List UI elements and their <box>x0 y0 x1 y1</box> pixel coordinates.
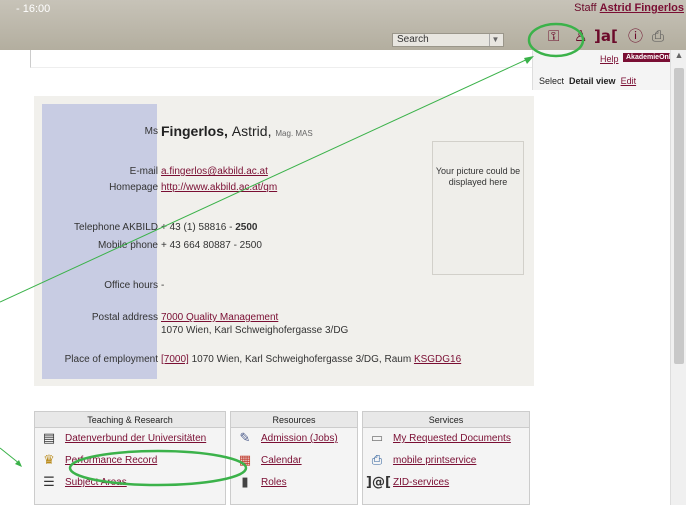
list-item-label[interactable]: Calendar <box>261 455 302 466</box>
postal-label: Postal address <box>91 312 158 323</box>
right-panel: Help AkademieOnline Select Detail view E… <box>532 50 684 90</box>
printer-icon: ⎙ <box>371 453 383 468</box>
telephone-value: + 43 (1) 58816 - 2500 <box>161 222 257 233</box>
help-link[interactable]: Help <box>600 54 619 64</box>
list-item-label[interactable]: Subject Areas <box>65 477 127 488</box>
scroll-up-icon[interactable]: ▲ <box>671 50 686 64</box>
email-label: E-mail <box>129 166 158 177</box>
degree: Mag. MAS <box>275 129 313 138</box>
employment-text: 1070 Wien, Karl Schweighofergasse 3/DG, … <box>191 354 412 365</box>
office-hours-value: - <box>161 280 165 291</box>
list-item[interactable]: ▤ Datenverbund der Universitäten <box>35 428 225 450</box>
sub-bar <box>30 50 532 68</box>
database-icon: ▤ <box>42 431 56 446</box>
bracket-icon[interactable]: ]a[ <box>594 27 618 45</box>
teaching-research-section: Teaching & Research ▤ Datenverbund der U… <box>34 411 226 505</box>
list-item-label[interactable]: Datenverbund der Universitäten <box>65 433 206 444</box>
scrollbar[interactable]: ▲ <box>670 50 686 505</box>
person-icon[interactable]: ♙ <box>574 27 587 45</box>
list-item-label[interactable]: Admission (Jobs) <box>261 433 338 444</box>
list-icon: ☰ <box>43 475 55 490</box>
surname: Fingerlos, <box>161 123 228 139</box>
mobile-value: + 43 664 80887 - 2500 <box>161 240 262 251</box>
search-select[interactable]: Search ▼ <box>392 33 504 47</box>
staff-name-link[interactable]: Astrid Fingerlos <box>600 2 684 14</box>
person-name: Fingerlos, Astrid, Mag. MAS <box>161 123 313 139</box>
edit-link[interactable]: Edit <box>621 76 637 86</box>
list-item[interactable]: ▭ My Requested Documents <box>363 428 529 450</box>
resources-section: Resources ✎ Admission (Jobs) ▦ Calendar … <box>230 411 358 505</box>
staff-prefix: Staff <box>574 2 597 14</box>
detail-view-option[interactable]: Detail view <box>569 76 616 86</box>
homepage-label: Homepage <box>109 182 158 193</box>
given-name: Astrid, <box>231 123 272 139</box>
calendar-icon: ▦ <box>238 453 252 468</box>
email-link[interactable]: a.fingerlos@akbild.ac.at <box>161 166 268 177</box>
telephone-label: Telephone AKBILD <box>74 222 158 233</box>
list-item-label[interactable]: Roles <box>261 477 287 488</box>
section-title: Teaching & Research <box>35 412 225 428</box>
scroll-thumb[interactable] <box>674 68 684 364</box>
zid-icon: ]@[ <box>366 475 391 490</box>
section-title: Resources <box>231 412 357 428</box>
annotation-arrowhead <box>15 460 22 467</box>
services-section: Services ▭ My Requested Documents ⎙ mobi… <box>362 411 530 505</box>
list-item[interactable]: ♛ Performance Record <box>35 450 225 472</box>
list-item[interactable]: ]@[ ZID-services <box>363 472 529 494</box>
employment-value: [7000] 1070 Wien, Karl Schweighofergasse… <box>161 354 461 365</box>
edit-icon: ✎ <box>239 431 251 446</box>
profile-card: Ms Fingerlos, Astrid, Mag. MAS E-mail a.… <box>34 96 534 386</box>
staff-label: Staff Astrid Fingerlos <box>574 2 684 14</box>
telephone-ext: 2500 <box>235 222 258 233</box>
mobile-label: Mobile phone <box>97 240 158 251</box>
employment-code-link[interactable]: [7000] <box>161 354 189 365</box>
salutation: Ms <box>144 126 158 137</box>
time-range: - 16:00 <box>16 3 51 15</box>
room-link[interactable]: KSGDG16 <box>414 354 461 365</box>
list-item[interactable]: ✎ Admission (Jobs) <box>231 428 357 450</box>
section-title: Services <box>363 412 529 428</box>
list-item[interactable]: ▮ Roles <box>231 472 357 494</box>
documents-icon: ▭ <box>370 431 384 446</box>
homepage-link[interactable]: http://www.akbild.ac.at/qm <box>161 182 277 193</box>
employment-label: Place of employment <box>64 354 158 365</box>
select-option[interactable]: Select <box>539 76 564 86</box>
search-label: Search <box>397 34 429 45</box>
chevron-down-icon: ▼ <box>489 34 501 46</box>
list-item-label[interactable]: ZID-services <box>393 477 449 488</box>
info-icon[interactable]: ⓘ <box>628 27 643 45</box>
postal-line2: 1070 Wien, Karl Schweighofergasse 3/DG <box>161 325 349 336</box>
top-bar: - 16:00 Staff Astrid Fingerlos Search ▼ … <box>0 0 686 50</box>
telephone-prefix: + 43 (1) 58816 - <box>161 222 236 233</box>
list-item-label[interactable]: Performance Record <box>65 455 157 466</box>
roles-icon: ▮ <box>241 475 249 490</box>
photo-placeholder-text: Your picture could be displayed here <box>435 166 521 187</box>
print-icon[interactable]: ⎙ <box>652 27 664 45</box>
trophy-icon: ♛ <box>43 453 55 468</box>
list-item[interactable]: ☰ Subject Areas <box>35 472 225 494</box>
photo-placeholder: Your picture could be displayed here <box>432 141 524 275</box>
list-item-label[interactable]: My Requested Documents <box>393 433 511 444</box>
postal-link[interactable]: 7000 Quality Management <box>161 312 278 323</box>
list-item-label[interactable]: mobile printservice <box>393 455 476 466</box>
view-options: Select Detail view Edit <box>539 76 636 86</box>
key-icon[interactable]: ⚿ <box>548 27 559 45</box>
annotation-arrow-line <box>0 447 21 465</box>
list-item[interactable]: ▦ Calendar <box>231 450 357 472</box>
office-hours-label: Office hours <box>104 280 158 291</box>
list-item[interactable]: ⎙ mobile printservice <box>363 450 529 472</box>
